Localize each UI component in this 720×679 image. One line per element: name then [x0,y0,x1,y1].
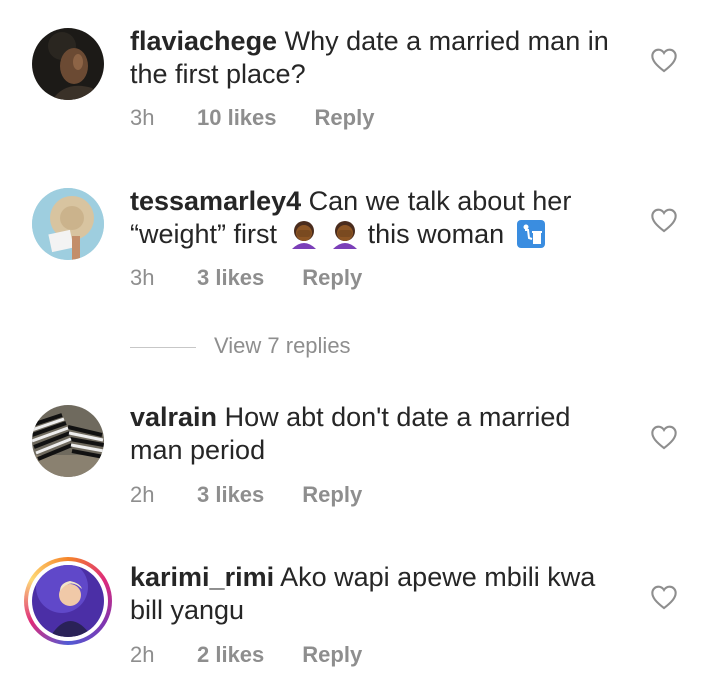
replies-divider [130,346,196,348]
reply-button[interactable]: Reply [302,265,362,291]
facepalm-woman-emoji [333,221,358,249]
username[interactable]: karimi_rimi [130,562,274,592]
username[interactable]: valrain [130,402,217,432]
comment-text: flaviachege Why date a married man in th… [130,25,625,91]
facepalm-woman-emoji [291,221,316,249]
comment-meta: 3h 10 likes Reply [130,105,374,131]
avatar-karimi-rimi[interactable] [32,565,104,637]
comment-text: tessamarley4 Can we talk about her “weig… [130,185,625,251]
heart-outline-icon[interactable] [650,424,678,450]
comment-text: valrain How abt don't date a married man… [130,401,625,467]
timestamp: 3h [130,265,155,290]
comment-meta: 3h 3 likes Reply [130,265,362,291]
heart-outline-icon[interactable] [650,207,678,233]
likes-count[interactable]: 3 likes [197,265,264,291]
reply-button[interactable]: Reply [302,482,362,508]
heart-outline-icon[interactable] [650,584,678,610]
likes-count[interactable]: 3 likes [197,482,264,508]
comment-meta: 2h 3 likes Reply [130,482,362,508]
timestamp: 3h [130,105,155,130]
likes-count[interactable]: 2 likes [197,642,264,668]
heart-outline-icon[interactable] [650,47,678,73]
story-ring[interactable] [24,557,112,645]
avatar-flaviachege[interactable] [32,28,104,100]
reply-button[interactable]: Reply [315,105,375,131]
view-replies-label[interactable]: View 7 replies [214,333,351,358]
litter-bin-emoji [516,220,545,248]
avatar-tessamarley4[interactable] [32,188,104,260]
view-replies-link[interactable]: View 7 replies [130,333,351,359]
avatar-valrain[interactable] [32,405,104,477]
username[interactable]: flaviachege [130,26,277,56]
timestamp: 2h [130,482,155,507]
reply-button[interactable]: Reply [302,642,362,668]
likes-count[interactable]: 10 likes [197,105,277,131]
username[interactable]: tessamarley4 [130,186,301,216]
timestamp: 2h [130,642,155,667]
comment-text: karimi_rimi Ako wapi apewe mbili kwa bil… [130,561,625,627]
comment-body-cont: this woman [367,219,505,249]
comment-meta: 2h 2 likes Reply [130,642,362,668]
